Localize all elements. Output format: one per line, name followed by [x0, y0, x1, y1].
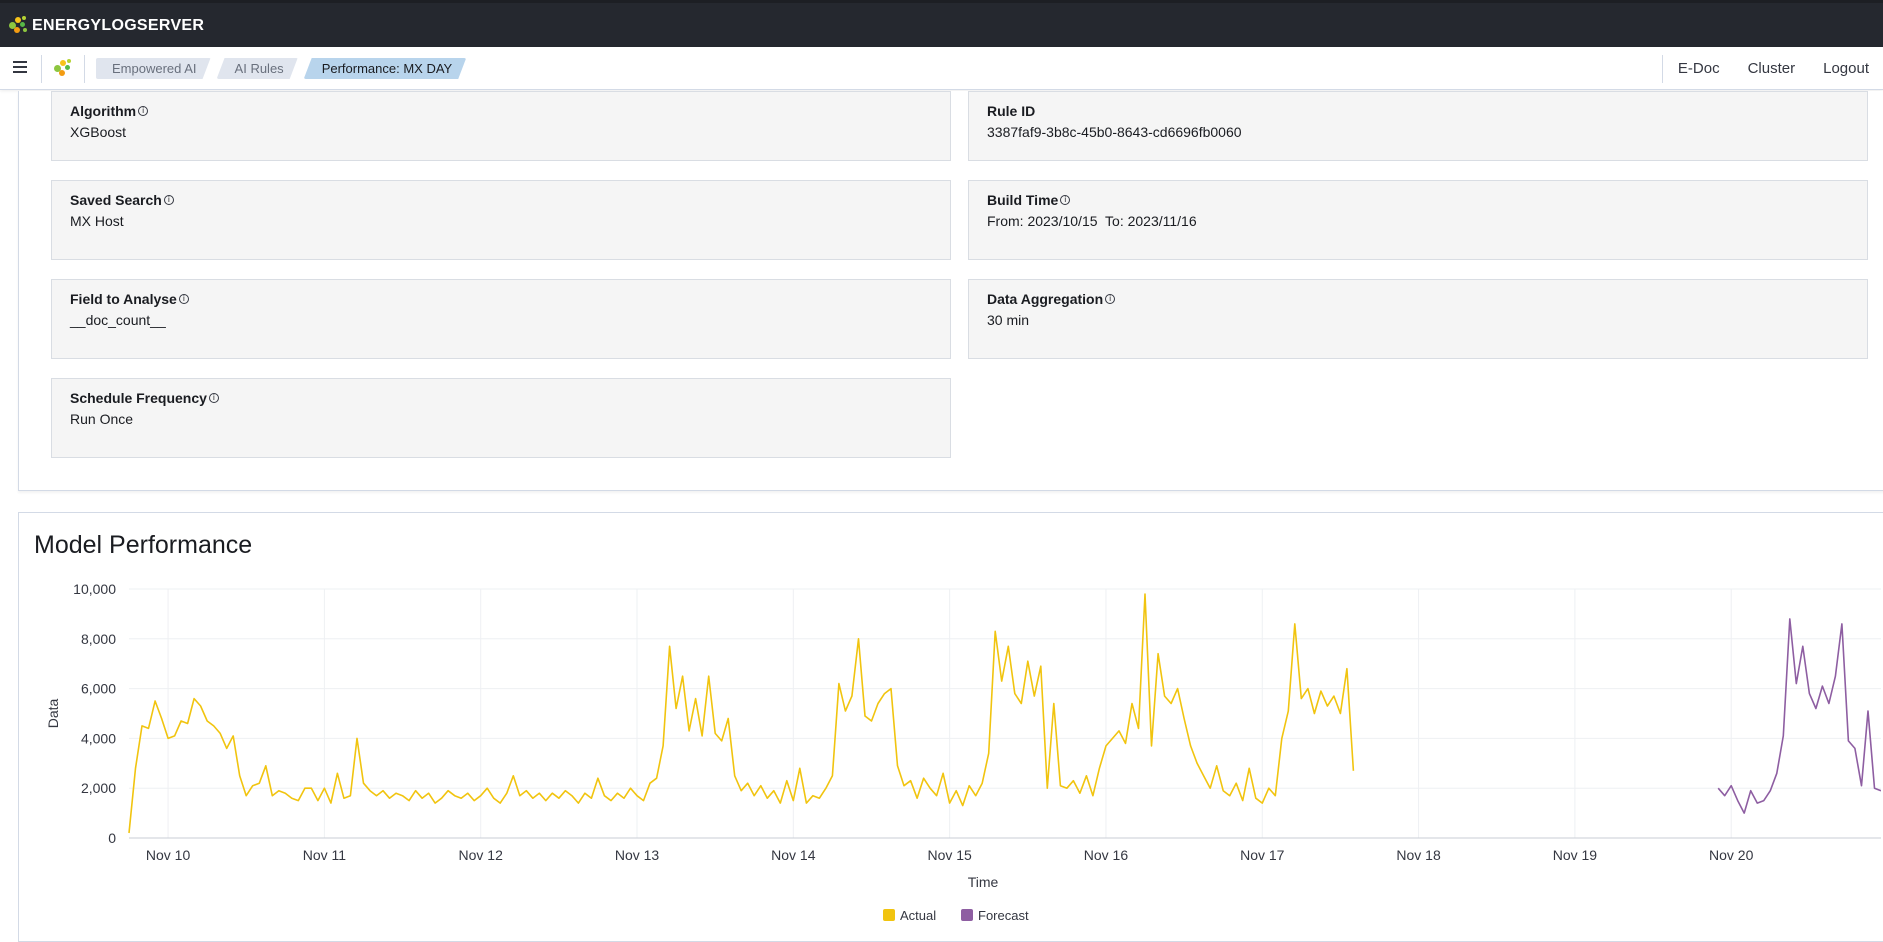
divider	[1661, 55, 1663, 83]
cluster-link[interactable]: Cluster	[1734, 47, 1810, 90]
divider	[41, 55, 42, 83]
info-icon[interactable]: i	[1105, 294, 1116, 304]
brand[interactable]: ENERGYLOGSERVER	[9, 16, 204, 36]
saved-search-field: Saved Search i MX Host	[51, 180, 951, 260]
breadcrumb: Empowered AI AI Rules Performance: MX DA…	[96, 58, 472, 79]
x-tick-label: Nov 18	[1396, 847, 1441, 863]
x-axis-title: Time	[968, 874, 999, 890]
x-tick-label: Nov 11	[303, 847, 347, 863]
rule-id-value: 3387faf9-3b8c-45b0-8643-cd6696fb0060	[987, 124, 1242, 140]
x-tick-label: Nov 20	[1709, 847, 1754, 863]
field-to-analyse-value: __doc_count__	[70, 312, 166, 328]
x-tick-label: Nov 12	[459, 847, 504, 863]
breadcrumb-ai-rules[interactable]: AI Rules	[217, 58, 298, 79]
legend-swatch-forecast	[961, 909, 973, 921]
saved-search-value: MX Host	[70, 213, 124, 229]
build-time-field: Build Time i From: 2023/10/15 To: 2023/11…	[968, 180, 1868, 260]
field-to-analyse-label: Field to Analyse	[70, 291, 177, 307]
schedule-frequency-value: Run Once	[70, 411, 134, 427]
build-time-value: From: 2023/10/15 To: 2023/11/16	[987, 213, 1197, 229]
saved-search-label: Saved Search	[70, 192, 162, 208]
x-tick-label: Nov 10	[146, 847, 191, 863]
x-tick-label: Nov 16	[1084, 847, 1129, 863]
series-line-actual	[128, 593, 1355, 834]
y-tick-label: 8,000	[81, 631, 116, 647]
x-tick-label: Nov 19	[1553, 847, 1598, 863]
schedule-frequency-label: Schedule Frequency	[70, 390, 207, 406]
legend-label-actual: Actual	[900, 908, 936, 923]
y-tick-label: 2,000	[81, 780, 116, 796]
rule-id-field: Rule ID 3387faf9-3b8c-45b0-8643-cd6696fb…	[968, 91, 1868, 161]
breadcrumb-current-page: Performance: MX DAY	[304, 58, 467, 79]
top-bar: ENERGYLOGSERVER	[0, 0, 1883, 47]
divider	[84, 55, 85, 83]
breadcrumb-empowered-ai[interactable]: Empowered AI	[96, 58, 211, 79]
algorithm-label: Algorithm	[70, 103, 137, 119]
header-links: E-Doc Cluster Logout	[1661, 47, 1883, 90]
info-icon[interactable]: i	[178, 294, 189, 304]
data-aggregation-label: Data Aggregation	[987, 291, 1104, 307]
info-icon[interactable]: i	[1060, 195, 1071, 205]
y-tick-label: 10,000	[73, 581, 116, 597]
logout-link[interactable]: Logout	[1809, 47, 1883, 90]
y-tick-label: 6,000	[81, 681, 116, 697]
legend-swatch-actual	[883, 909, 895, 921]
schedule-frequency-field: Schedule Frequency i Run Once	[51, 378, 951, 458]
brand-name: ENERGYLOGSERVER	[32, 17, 205, 34]
info-icon[interactable]: i	[163, 195, 174, 205]
algorithm-value: XGBoost	[70, 124, 127, 140]
x-tick-label: Nov 15	[927, 847, 972, 863]
x-tick-label: Nov 17	[1240, 847, 1285, 863]
edoc-link[interactable]: E-Doc	[1664, 47, 1734, 90]
y-axis-title: Data	[45, 699, 61, 729]
data-aggregation-field: Data Aggregation i 30 min	[968, 279, 1868, 359]
info-icon[interactable]: i	[138, 106, 149, 116]
model-performance-panel: Model Performance 0 2,000 4,000 6,000 8,000 1…	[18, 512, 1883, 942]
brand-logo-icon	[9, 16, 29, 36]
y-tick-label: 4,000	[81, 730, 116, 746]
home-logo-icon[interactable]	[53, 58, 73, 78]
rule-id-label: Rule ID	[987, 103, 1036, 119]
info-icon[interactable]: i	[208, 393, 219, 403]
rule-details-panel: Algorithm i XGBoost Rule ID 3387faf9-3b8c…	[18, 91, 1883, 491]
series-line-forecast	[1717, 618, 1881, 814]
header-nav: Empowered AI AI Rules Performance: MX DA…	[0, 47, 1883, 90]
menu-toggle-icon[interactable]	[13, 61, 27, 75]
algorithm-field: Algorithm i XGBoost	[51, 91, 951, 161]
x-tick-label: Nov 14	[771, 847, 816, 863]
build-time-label: Build Time	[987, 192, 1059, 208]
legend-label-forecast: Forecast	[978, 908, 1029, 923]
x-tick-label: Nov 13	[615, 847, 660, 863]
field-to-analyse-field: Field to Analyse i __doc_count__	[51, 279, 951, 359]
y-tick-label: 0	[108, 830, 116, 846]
data-aggregation-value: 30 min	[987, 312, 1030, 328]
performance-chart: 0 2,000 4,000 6,000 8,000 10,000 Nov 10 Nov 11 N…	[45, 581, 1881, 923]
